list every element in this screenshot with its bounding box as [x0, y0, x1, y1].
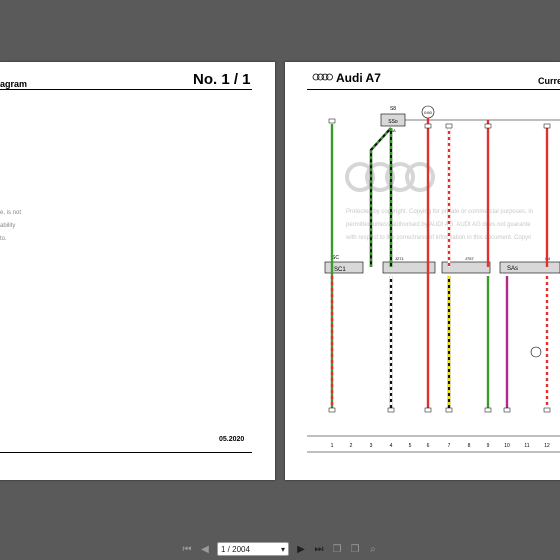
column-number: 10 — [504, 443, 510, 449]
splice-symbol — [530, 346, 542, 358]
connector-label: J757 — [465, 256, 474, 261]
page-select[interactable]: 1 / 2004 ▾ — [217, 542, 289, 556]
fuse-label: 0:60 — [424, 110, 433, 115]
page-title: agram — [0, 79, 28, 89]
column-number: 7 — [448, 443, 451, 449]
revision-date: 05.2020 — [219, 436, 245, 443]
column-number: 2 — [350, 443, 353, 449]
connector-label: SAs — [507, 266, 518, 272]
next-page-icon[interactable]: ▶ — [295, 543, 307, 555]
column-number: 8 — [468, 443, 471, 449]
column-number: 3 — [370, 443, 373, 449]
zoom-icon[interactable]: ⌕ — [367, 543, 379, 555]
copy-page-icon[interactable]: ❐ — [331, 543, 343, 555]
pdf-page-right: Audi A7 Curre Protected by copyright. Co… — [285, 62, 560, 480]
column-number: 9 — [487, 443, 490, 449]
last-page-icon[interactable]: ⏭ — [313, 543, 325, 555]
note-line-3: to. — [0, 236, 7, 242]
fit-page-icon[interactable]: ❐ — [349, 543, 361, 555]
header-divider — [0, 89, 252, 90]
page-number-label: No. 1 / 1 — [193, 71, 251, 88]
connector-label: J271 — [395, 256, 404, 261]
first-page-icon[interactable]: ⏮ — [181, 543, 193, 555]
column-number: 6 — [427, 443, 430, 449]
note-line-1: e, is not — [0, 210, 22, 216]
wiring-diagram: S8 SSo SA 0:60 SC SC1 J271 J757 SAs C4 — [307, 105, 560, 453]
previous-page-icon[interactable]: ◀ — [199, 543, 211, 555]
column-number: 5 — [409, 443, 412, 449]
caret-down-icon: ▾ — [280, 544, 285, 554]
column-number: 11 — [524, 443, 529, 449]
column-number: 1 — [331, 443, 334, 449]
pdf-viewer-toolbar: ⏮ ◀ 1 / 2004 ▾ ▶ ⏭ ❐ ❐ ⌕ — [0, 538, 560, 560]
connector-label: SC1 — [334, 267, 346, 273]
relay-label: S8 — [390, 106, 396, 112]
wire-black — [369, 127, 392, 267]
footer-divider — [0, 452, 252, 453]
pdf-page-left: agram No. 1 / 1 e, is not ability to. 05… — [0, 62, 275, 480]
column-number: 4 — [390, 443, 393, 449]
wire-green-black — [369, 127, 392, 267]
relay-label: SSo — [388, 119, 398, 125]
column-numbers: 1 2 3 4 5 6 7 8 9 10 11 12 — [331, 443, 550, 449]
column-number: 12 — [544, 443, 550, 449]
note-line-2: ability — [0, 223, 16, 229]
page-indicator: 1 / 2004 — [221, 544, 250, 554]
